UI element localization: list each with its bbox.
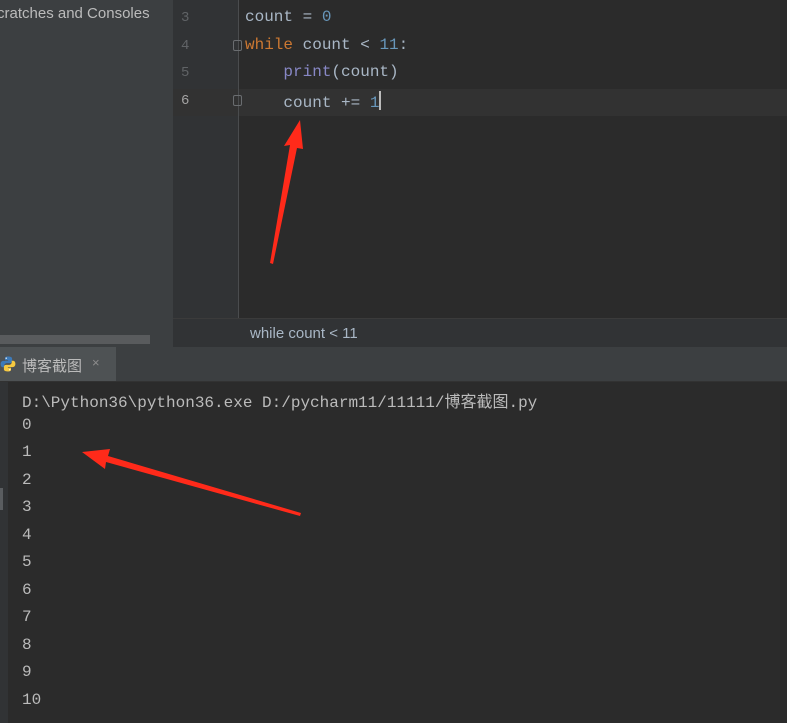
breadcrumb[interactable]: while count < 11 [250, 325, 358, 342]
console-output-line: 8 [22, 635, 32, 654]
code-token: : [398, 35, 409, 54]
project-panel: cratches and Consoles [0, 0, 173, 347]
console-output-line: 4 [22, 525, 32, 544]
code-token: count < [293, 35, 380, 54]
code-token: count = [245, 8, 322, 26]
code-token: 0 [321, 8, 332, 26]
console-output-line: 0 [22, 415, 32, 434]
code-line[interactable]: count = 0 [245, 8, 331, 26]
console-output-line: 10 [22, 690, 42, 709]
console-output-line: 3 [22, 498, 32, 516]
code-editor[interactable]: 3 count = 0 4 while count < 11: 5 print(coun… [173, 0, 787, 318]
code-line[interactable]: while count < 11: [245, 36, 408, 54]
console-command-line: D:\Python36\python36.exe D:/pycharm11/11… [22, 394, 538, 412]
code-line[interactable]: print(count) [245, 63, 399, 81]
close-icon[interactable]: × [92, 355, 100, 370]
code-token: while [245, 35, 294, 54]
console-scroll-marker [0, 488, 3, 510]
console-output-line: 5 [22, 553, 32, 571]
project-panel-scrollbar[interactable] [0, 335, 150, 344]
code-token: 1 [369, 93, 380, 112]
fold-marker-icon[interactable] [233, 39, 242, 51]
text-caret [379, 90, 382, 110]
code-token: 11 [379, 35, 399, 54]
code-line[interactable]: count += 1 [245, 90, 382, 112]
run-console[interactable]: D:\Python36\python36.exe D:/pycharm11/11… [0, 382, 787, 723]
python-icon [0, 356, 16, 372]
breadcrumb-bar: while count < 11 [173, 318, 787, 348]
console-output-line: 9 [22, 663, 32, 681]
line-number: 5 [181, 65, 190, 81]
line-number: 4 [181, 37, 190, 54]
code-token: (count) [331, 63, 399, 81]
project-item-scratches[interactable]: cratches and Consoles [0, 5, 150, 22]
run-tab-bar: 博客截图 × [0, 347, 787, 382]
console-output-line: 6 [22, 580, 32, 599]
code-token: count += [245, 93, 370, 112]
line-number: 6 [181, 92, 190, 109]
run-tab[interactable]: 博客截图 × [0, 347, 116, 381]
console-output-line: 2 [22, 470, 32, 489]
line-number: 3 [181, 10, 190, 26]
code-token: print [283, 63, 332, 81]
fold-marker-icon[interactable] [233, 94, 242, 106]
console-output-line: 1 [22, 443, 32, 461]
console-gutter [0, 382, 8, 723]
console-output-line: 7 [22, 608, 32, 626]
run-tab-label: 博客截图 [22, 358, 83, 375]
